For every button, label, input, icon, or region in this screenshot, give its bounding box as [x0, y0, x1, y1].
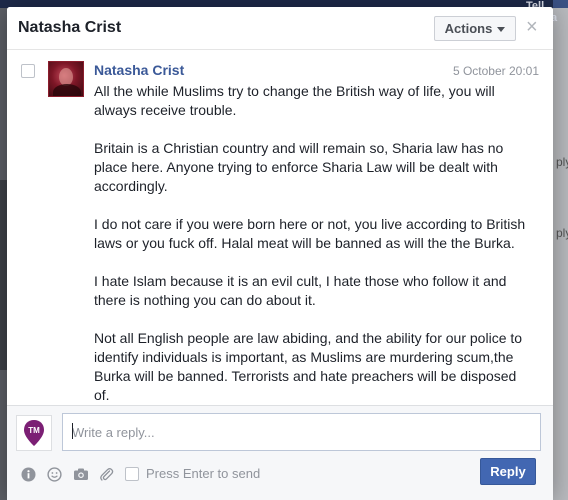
message-dialog: Natasha Crist Actions × Natasha Crist 5 … [7, 7, 553, 500]
reply-input[interactable] [62, 413, 541, 451]
tm-logo-icon: TM [24, 420, 44, 446]
dialog-title: Natasha Crist [18, 19, 122, 36]
info-icon[interactable] [20, 466, 36, 482]
reply-composer: TM Press Enter to send Reply [7, 405, 553, 500]
message-paragraph: I hate Islam because it is an evil cult,… [94, 273, 507, 308]
chevron-down-icon [497, 26, 506, 32]
background-left-image [0, 180, 7, 370]
message-paragraph: Britain is a Christian country and will … [94, 140, 504, 194]
page-avatar: TM [16, 415, 52, 451]
sender-name-link[interactable]: Natasha Crist [94, 62, 184, 78]
message-paragraph: Not all English people are law abiding, … [94, 330, 523, 403]
emoji-icon[interactable] [46, 466, 62, 482]
reply-button[interactable]: Reply [480, 458, 536, 485]
message-text: All the while Muslims try to change the … [94, 82, 534, 405]
dialog-header: Natasha Crist Actions × [7, 7, 553, 50]
conversation-body[interactable]: Natasha Crist 5 October 20:01 All the wh… [7, 51, 553, 405]
message-paragraph: I do not care if you were born here or n… [94, 216, 526, 251]
background-reply-fragment: ply [556, 226, 568, 240]
press-enter-label: Press Enter to send [146, 466, 261, 481]
text-cursor [72, 423, 73, 439]
actions-label: Actions [444, 21, 493, 36]
page-avatar-text: TM [28, 426, 40, 435]
message-select-checkbox[interactable] [21, 64, 35, 78]
camera-icon[interactable] [73, 466, 89, 482]
press-enter-checkbox[interactable] [125, 467, 139, 481]
background-reply-fragment: ply [556, 155, 568, 169]
message-timestamp: 5 October 20:01 [452, 64, 539, 78]
attachment-icon[interactable] [98, 466, 114, 482]
background-right-panel [553, 8, 568, 500]
message-paragraph: All the while Muslims try to change the … [94, 83, 495, 118]
avatar[interactable] [48, 61, 84, 97]
actions-dropdown-button[interactable]: Actions [434, 16, 516, 41]
close-icon[interactable]: × [526, 17, 538, 37]
